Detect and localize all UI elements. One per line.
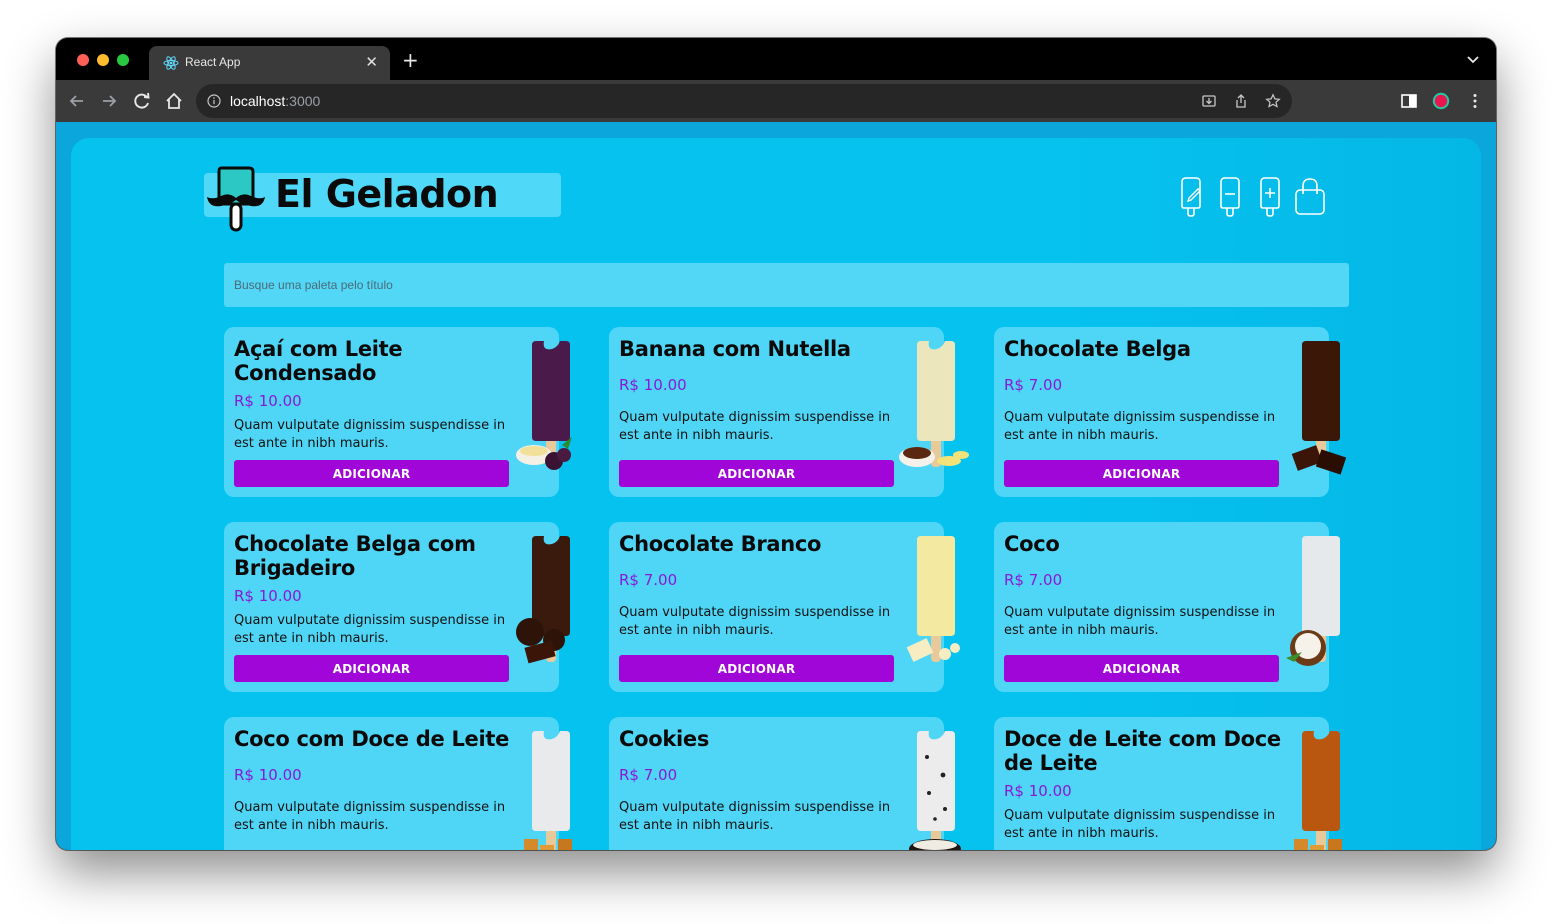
paleta-name: Banana com Nutella (619, 337, 851, 361)
browser-tab[interactable]: React App ✕ (149, 46, 390, 80)
url-text[interactable]: localhost:3000 (230, 93, 320, 109)
add-paleta-icon[interactable] (1253, 176, 1287, 218)
paleta-price: R$ 7.00 (619, 766, 678, 784)
browser-toolbar: localhost:3000 (56, 80, 1496, 122)
tab-strip: React App ✕ + (56, 38, 1496, 80)
paleta-card: Doce de Leite com Doce de Leite R$ 10.00 Q… (994, 717, 1342, 850)
el-geladon-logo (207, 166, 265, 232)
paleta-name: Cookies (619, 727, 710, 751)
forward-arrow-icon[interactable] (98, 90, 120, 112)
paleta-price: R$ 10.00 (1004, 782, 1072, 800)
home-icon[interactable] (163, 90, 185, 112)
paleta-card: Chocolate Belga R$ 7.00 Quam vulputate dig… (994, 327, 1347, 497)
add-to-cart-button[interactable]: ADICIONAR (619, 460, 894, 487)
paleta-price: R$ 10.00 (234, 766, 302, 784)
new-tab-icon[interactable]: + (402, 50, 419, 70)
minimize-window-button[interactable] (97, 54, 109, 66)
install-app-icon[interactable] (1201, 93, 1217, 109)
tab-title: React App (185, 55, 241, 69)
paleta-name: Açaí com Leite Condensado (234, 337, 403, 385)
paleta-price: R$ 10.00 (619, 376, 687, 394)
web-page: El Geladon Açaí com Leite Con (56, 122, 1496, 850)
paleta-image (516, 341, 572, 470)
profile-avatar-icon[interactable] (1432, 92, 1450, 110)
paleta-price: R$ 10.00 (234, 392, 302, 410)
paleta-description: Quam vulputate dignissim suspendisse in … (619, 410, 891, 443)
paleta-description: Quam vulputate dignissim suspendisse in … (1004, 808, 1276, 841)
remove-paleta-icon[interactable] (1213, 176, 1247, 218)
url-host: localhost (230, 93, 286, 109)
reload-icon[interactable] (131, 90, 153, 112)
bookmark-star-icon[interactable] (1265, 93, 1281, 109)
back-arrow-icon[interactable] (66, 90, 88, 112)
paleta-description: Quam vulputate dignissim suspendisse in … (1004, 605, 1276, 638)
tab-close-icon[interactable]: ✕ (365, 53, 378, 71)
paleta-card: Coco com Doce de Leite R$ 10.00 Quam vulpu… (224, 717, 572, 850)
paleta-image (516, 536, 570, 664)
paleta-name: Doce de Leite com Doce de Leite (1004, 727, 1281, 775)
close-window-button[interactable] (77, 54, 89, 66)
paleta-name: Coco com Doce de Leite (234, 727, 510, 751)
paleta-image (1291, 341, 1347, 475)
paleta-card: Chocolate Branco R$ 7.00 Quam vulputate di… (609, 522, 960, 692)
paleta-description: Quam vulputate dignissim suspendisse in … (619, 605, 891, 638)
browser-window: React App ✕ + localhost:3000 El Geladon … (56, 38, 1496, 850)
paleta-description: Quam vulputate dignissim suspendisse in … (234, 800, 506, 833)
paleta-image (524, 731, 572, 850)
add-to-cart-button[interactable]: ADICIONAR (1004, 460, 1279, 487)
url-port: :3000 (285, 93, 321, 109)
paleta-card: Coco R$ 7.00 Quam vulputate dignissim susp… (994, 522, 1340, 692)
paleta-card: Açaí com Leite Condensado R$ 10.00 Quam vu… (224, 327, 572, 497)
address-bar[interactable]: localhost:3000 (196, 84, 1292, 118)
paleta-description: Quam vulputate dignissim suspendisse in … (234, 418, 506, 451)
paleta-price: R$ 7.00 (619, 571, 678, 589)
paleta-description: Quam vulputate dignissim suspendisse in … (1004, 410, 1276, 443)
paleta-name: Coco (1004, 532, 1060, 556)
paleta-card: Cookies R$ 7.00 Quam vulputate dignissim s… (609, 717, 961, 850)
search-input[interactable] (224, 263, 1349, 307)
paleta-card: Chocolate Belga com Brigadeiro R$ 10.00 Qu… (224, 522, 570, 692)
add-to-cart-button[interactable]: ADICIONAR (619, 655, 894, 682)
paleta-image (909, 731, 961, 850)
paleta-image (1286, 536, 1340, 666)
paleta-name: Chocolate Branco (619, 532, 822, 556)
add-to-cart-button[interactable]: ADICIONAR (234, 460, 509, 487)
app-container: El Geladon Açaí com Leite Con (71, 138, 1481, 850)
paleta-description: Quam vulputate dignissim suspendisse in … (619, 800, 891, 833)
paleta-name: Chocolate Belga (1004, 337, 1191, 361)
brand-title: El Geladon (275, 172, 499, 216)
side-panel-icon[interactable] (1400, 92, 1418, 110)
share-icon[interactable] (1233, 93, 1249, 109)
paleta-image (906, 536, 960, 662)
edit-paleta-icon[interactable] (1174, 176, 1208, 218)
paleta-description: Quam vulputate dignissim suspendisse in … (234, 613, 506, 646)
paleta-price: R$ 10.00 (234, 587, 302, 605)
paleta-image (899, 341, 969, 467)
paleta-card: Banana com Nutella R$ 10.00 Quam vulputate… (609, 327, 969, 497)
paleta-price: R$ 7.00 (1004, 376, 1063, 394)
site-info-icon[interactable] (207, 94, 221, 108)
shopping-bag-icon[interactable] (1293, 176, 1327, 218)
maximize-window-button[interactable] (117, 54, 129, 66)
add-to-cart-button[interactable]: ADICIONAR (1004, 655, 1279, 682)
add-to-cart-button[interactable]: ADICIONAR (234, 655, 509, 682)
paleta-name: Chocolate Belga com Brigadeiro (234, 532, 476, 580)
more-menu-icon[interactable] (1466, 92, 1484, 110)
react-icon (163, 56, 179, 70)
paleta-price: R$ 7.00 (1004, 571, 1063, 589)
tab-search-chevron-icon[interactable] (1466, 53, 1480, 65)
paleta-image (1294, 731, 1342, 850)
